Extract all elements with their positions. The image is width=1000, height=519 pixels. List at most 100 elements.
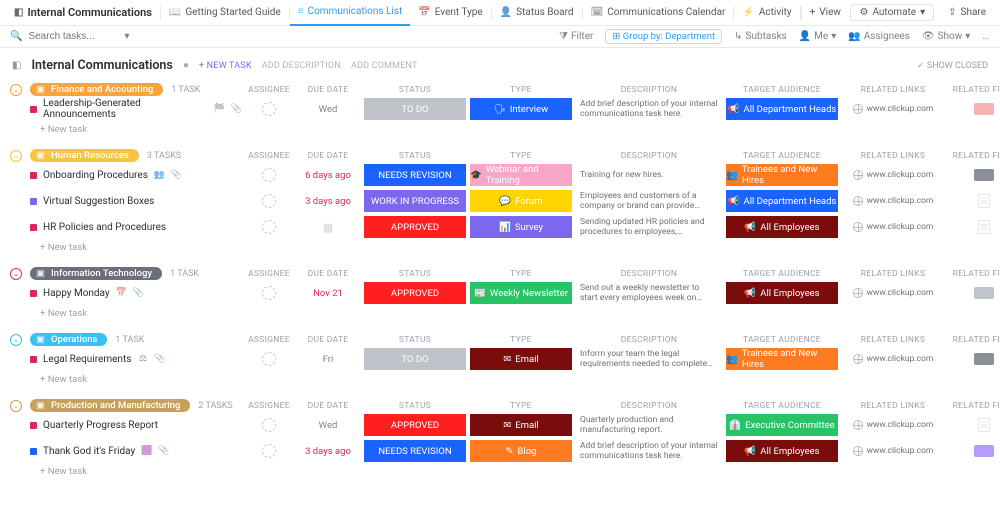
- description-cell[interactable]: Sending updated HR policies and procedur…: [576, 217, 722, 237]
- group-collapse-toggle[interactable]: ⌄: [10, 84, 22, 96]
- view-tab[interactable]: 👤Status Board: [492, 0, 582, 26]
- assignee-cell[interactable]: [246, 418, 292, 432]
- add-task-button[interactable]: + New task: [10, 240, 990, 255]
- description-cell[interactable]: Quarterly production and manufacturing r…: [576, 415, 722, 435]
- task-row[interactable]: HR Policies and Procedures ▦ APPROVED 📊S…: [10, 214, 990, 240]
- type-cell[interactable]: 📰Weekly Newsletter: [470, 282, 572, 304]
- status-cell[interactable]: APPROVED: [364, 216, 466, 238]
- status-cell[interactable]: WORK IN PROGRESS: [364, 190, 466, 212]
- type-cell[interactable]: 💬Forum: [470, 190, 572, 212]
- assignee-cell[interactable]: [246, 102, 292, 116]
- search-input[interactable]: [28, 31, 118, 42]
- pin-icon[interactable]: ●: [183, 60, 189, 71]
- view-tab[interactable]: ≡Communications List: [290, 0, 411, 26]
- link-cell[interactable]: www.clickup.com: [842, 104, 944, 114]
- type-cell[interactable]: 📊Survey: [470, 216, 572, 238]
- description-cell[interactable]: Send out a weekly newsletter to start ev…: [576, 283, 722, 303]
- group-name-chip[interactable]: ▣ Operations: [30, 333, 107, 346]
- file-cell[interactable]: [948, 353, 1000, 365]
- file-cell[interactable]: [948, 445, 1000, 457]
- group-collapse-toggle[interactable]: ⌄: [10, 334, 22, 346]
- assignee-cell[interactable]: [246, 220, 292, 234]
- show-closed-toggle[interactable]: ✓ SHOW CLOSED: [917, 61, 988, 71]
- automate-button[interactable]: ⚙ Automate ▾: [850, 4, 934, 21]
- more-menu-button[interactable]: …: [982, 31, 990, 42]
- status-cell[interactable]: NEEDS REVISION: [364, 164, 466, 186]
- due-date-cell[interactable]: 3 days ago: [296, 196, 360, 207]
- audience-cell[interactable]: 📢All Employees: [726, 216, 838, 238]
- audience-cell[interactable]: 👥Trainees and New Hires: [726, 348, 838, 370]
- assignee-cell[interactable]: [246, 168, 292, 182]
- show-button[interactable]: 👁Show ▾: [922, 31, 970, 42]
- share-button[interactable]: ⇪ Share: [940, 5, 994, 20]
- view-tab[interactable]: 🗓Communications Calendar: [583, 0, 734, 26]
- file-cell[interactable]: [948, 194, 1000, 208]
- description-cell[interactable]: Add brief description of your internal c…: [576, 441, 722, 461]
- add-task-button[interactable]: + New task: [10, 306, 990, 321]
- description-cell[interactable]: Employees and customers of a company or …: [576, 191, 722, 211]
- task-name[interactable]: Virtual Suggestion Boxes: [43, 196, 154, 207]
- task-name[interactable]: Happy Monday: [43, 288, 110, 299]
- filter-button[interactable]: ⧩Filter: [559, 31, 593, 42]
- description-cell[interactable]: Training for new hires.: [576, 170, 722, 180]
- link-cell[interactable]: www.clickup.com: [842, 446, 944, 456]
- task-name[interactable]: Leadership-Generated Announcements: [43, 98, 208, 120]
- type-cell[interactable]: 🗣Interview: [470, 98, 572, 120]
- add-comment-button[interactable]: ADD COMMENT: [351, 61, 418, 71]
- task-row[interactable]: Leadership-Generated Announcements 🏁📎 We…: [10, 96, 990, 122]
- view-tab[interactable]: ⚡Activity: [734, 0, 799, 26]
- assignees-button[interactable]: 👥Assignees: [848, 31, 910, 42]
- due-date-cell[interactable]: 6 days ago: [296, 170, 360, 181]
- task-name[interactable]: Thank God it's Friday: [43, 446, 135, 457]
- group-collapse-toggle[interactable]: ⌄: [10, 268, 22, 280]
- type-cell[interactable]: ✎Blog: [470, 440, 572, 462]
- file-cell[interactable]: [948, 103, 1000, 115]
- file-cell[interactable]: [948, 418, 1000, 432]
- link-cell[interactable]: www.clickup.com: [842, 420, 944, 430]
- assignee-cell[interactable]: [246, 194, 292, 208]
- group-collapse-toggle[interactable]: ⌄: [10, 150, 22, 162]
- search-box[interactable]: 🔍 ▾: [10, 31, 140, 42]
- assignee-cell[interactable]: [246, 286, 292, 300]
- description-cell[interactable]: Inform your team the legal requirements …: [576, 349, 722, 369]
- type-cell[interactable]: ✉Email: [470, 348, 572, 370]
- chevron-down-icon[interactable]: ▾: [124, 31, 129, 42]
- task-row[interactable]: Onboarding Procedures 👥📎 6 days ago NEED…: [10, 162, 990, 188]
- group-name-chip[interactable]: ▣ Production and Manufacturing: [30, 399, 190, 412]
- task-name[interactable]: Onboarding Procedures: [43, 170, 148, 181]
- group-collapse-toggle[interactable]: ⌄: [10, 400, 22, 412]
- link-cell[interactable]: www.clickup.com: [842, 196, 944, 206]
- audience-cell[interactable]: 📢All Department Heads: [726, 190, 838, 212]
- task-row[interactable]: Thank God it's Friday 🟪📎 3 days ago NEED…: [10, 438, 990, 464]
- due-date-cell[interactable]: ▦: [296, 221, 360, 234]
- audience-cell[interactable]: 📢All Department Heads: [726, 98, 838, 120]
- new-task-button[interactable]: + NEW TASK: [199, 61, 252, 71]
- audience-cell[interactable]: 👔Executive Committee: [726, 414, 838, 436]
- add-task-button[interactable]: + New task: [10, 122, 990, 137]
- link-cell[interactable]: www.clickup.com: [842, 354, 944, 364]
- task-row[interactable]: Virtual Suggestion Boxes 3 days ago WORK…: [10, 188, 990, 214]
- add-view-button[interactable]: + View: [802, 0, 849, 26]
- file-cell[interactable]: [948, 169, 1000, 181]
- subtasks-button[interactable]: ↳Subtasks: [734, 31, 787, 42]
- me-button[interactable]: 👤Me ▾: [799, 31, 837, 42]
- due-date-cell[interactable]: Nov 21: [296, 288, 360, 299]
- add-task-button[interactable]: + New task: [10, 464, 990, 479]
- due-date-cell[interactable]: Wed: [296, 420, 360, 431]
- file-cell[interactable]: [948, 220, 1000, 234]
- view-tab[interactable]: 📖Getting Started Guide: [161, 0, 289, 26]
- status-cell[interactable]: APPROVED: [364, 282, 466, 304]
- due-date-cell[interactable]: Fri: [296, 354, 360, 365]
- task-name[interactable]: HR Policies and Procedures: [43, 222, 166, 233]
- assignee-cell[interactable]: [246, 352, 292, 366]
- task-row[interactable]: Quarterly Progress Report Wed APPROVED ✉…: [10, 412, 990, 438]
- task-row[interactable]: Happy Monday 📅📎 Nov 21 APPROVED 📰Weekly …: [10, 280, 990, 306]
- link-cell[interactable]: www.clickup.com: [842, 170, 944, 180]
- status-cell[interactable]: TO DO: [364, 98, 466, 120]
- link-cell[interactable]: www.clickup.com: [842, 288, 944, 298]
- audience-cell[interactable]: 📢All Employees: [726, 440, 838, 462]
- group-by-button[interactable]: ⊞ Group by: Department: [605, 29, 722, 44]
- group-name-chip[interactable]: ▣ Information Technology: [30, 267, 162, 280]
- space-title-tab[interactable]: ◧ Internal Communications: [6, 0, 160, 26]
- status-cell[interactable]: TO DO: [364, 348, 466, 370]
